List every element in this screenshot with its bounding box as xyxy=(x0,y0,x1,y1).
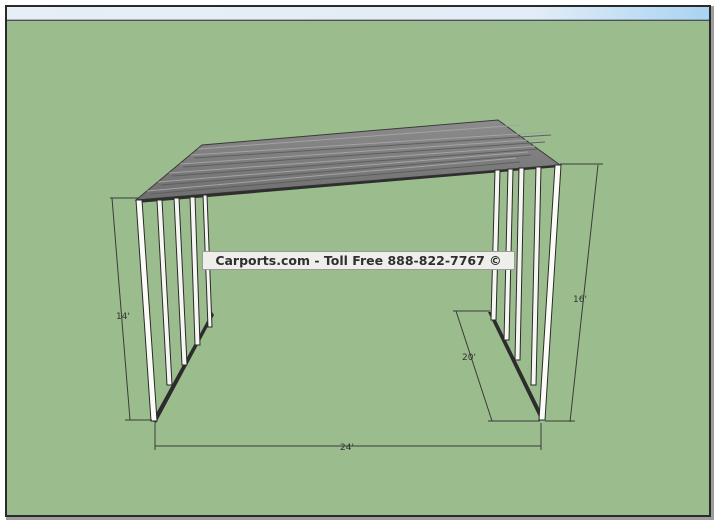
watermark-text: Carports.com - Toll Free 888-822-7767 © xyxy=(215,253,502,268)
right-height-label: 16' xyxy=(573,295,587,305)
title-bar xyxy=(7,7,709,20)
left-height-label: 14' xyxy=(116,312,130,322)
depth-label: 20' xyxy=(462,353,476,363)
screenshot-frame: 14' 16' 20' 24' Carports.com - Toll Free… xyxy=(0,0,718,525)
watermark-banner: Carports.com - Toll Free 888-822-7767 © xyxy=(202,251,515,270)
width-label: 24' xyxy=(340,443,354,453)
